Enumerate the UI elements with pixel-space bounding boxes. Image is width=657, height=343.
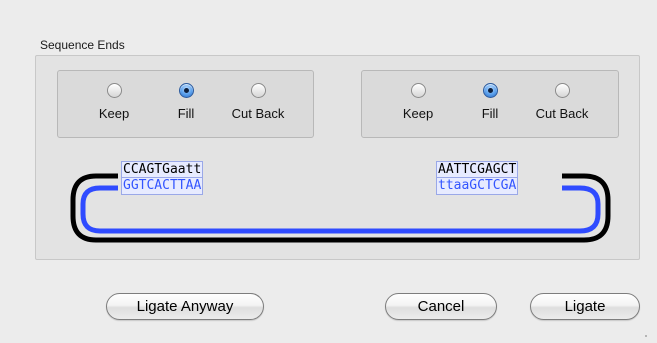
resize-grip-icon[interactable] (645, 335, 647, 337)
ligate-anyway-button[interactable]: Ligate Anyway (106, 293, 264, 320)
dna-loop-diagram (70, 173, 611, 243)
ligate-button[interactable]: Ligate (530, 293, 640, 320)
left-bottom-strand-sequence: GGTCACTTAA (121, 177, 204, 195)
right-bottom-strand-sequence: ttaaGCTCGA (436, 177, 519, 195)
cancel-button[interactable]: Cancel (385, 293, 497, 320)
